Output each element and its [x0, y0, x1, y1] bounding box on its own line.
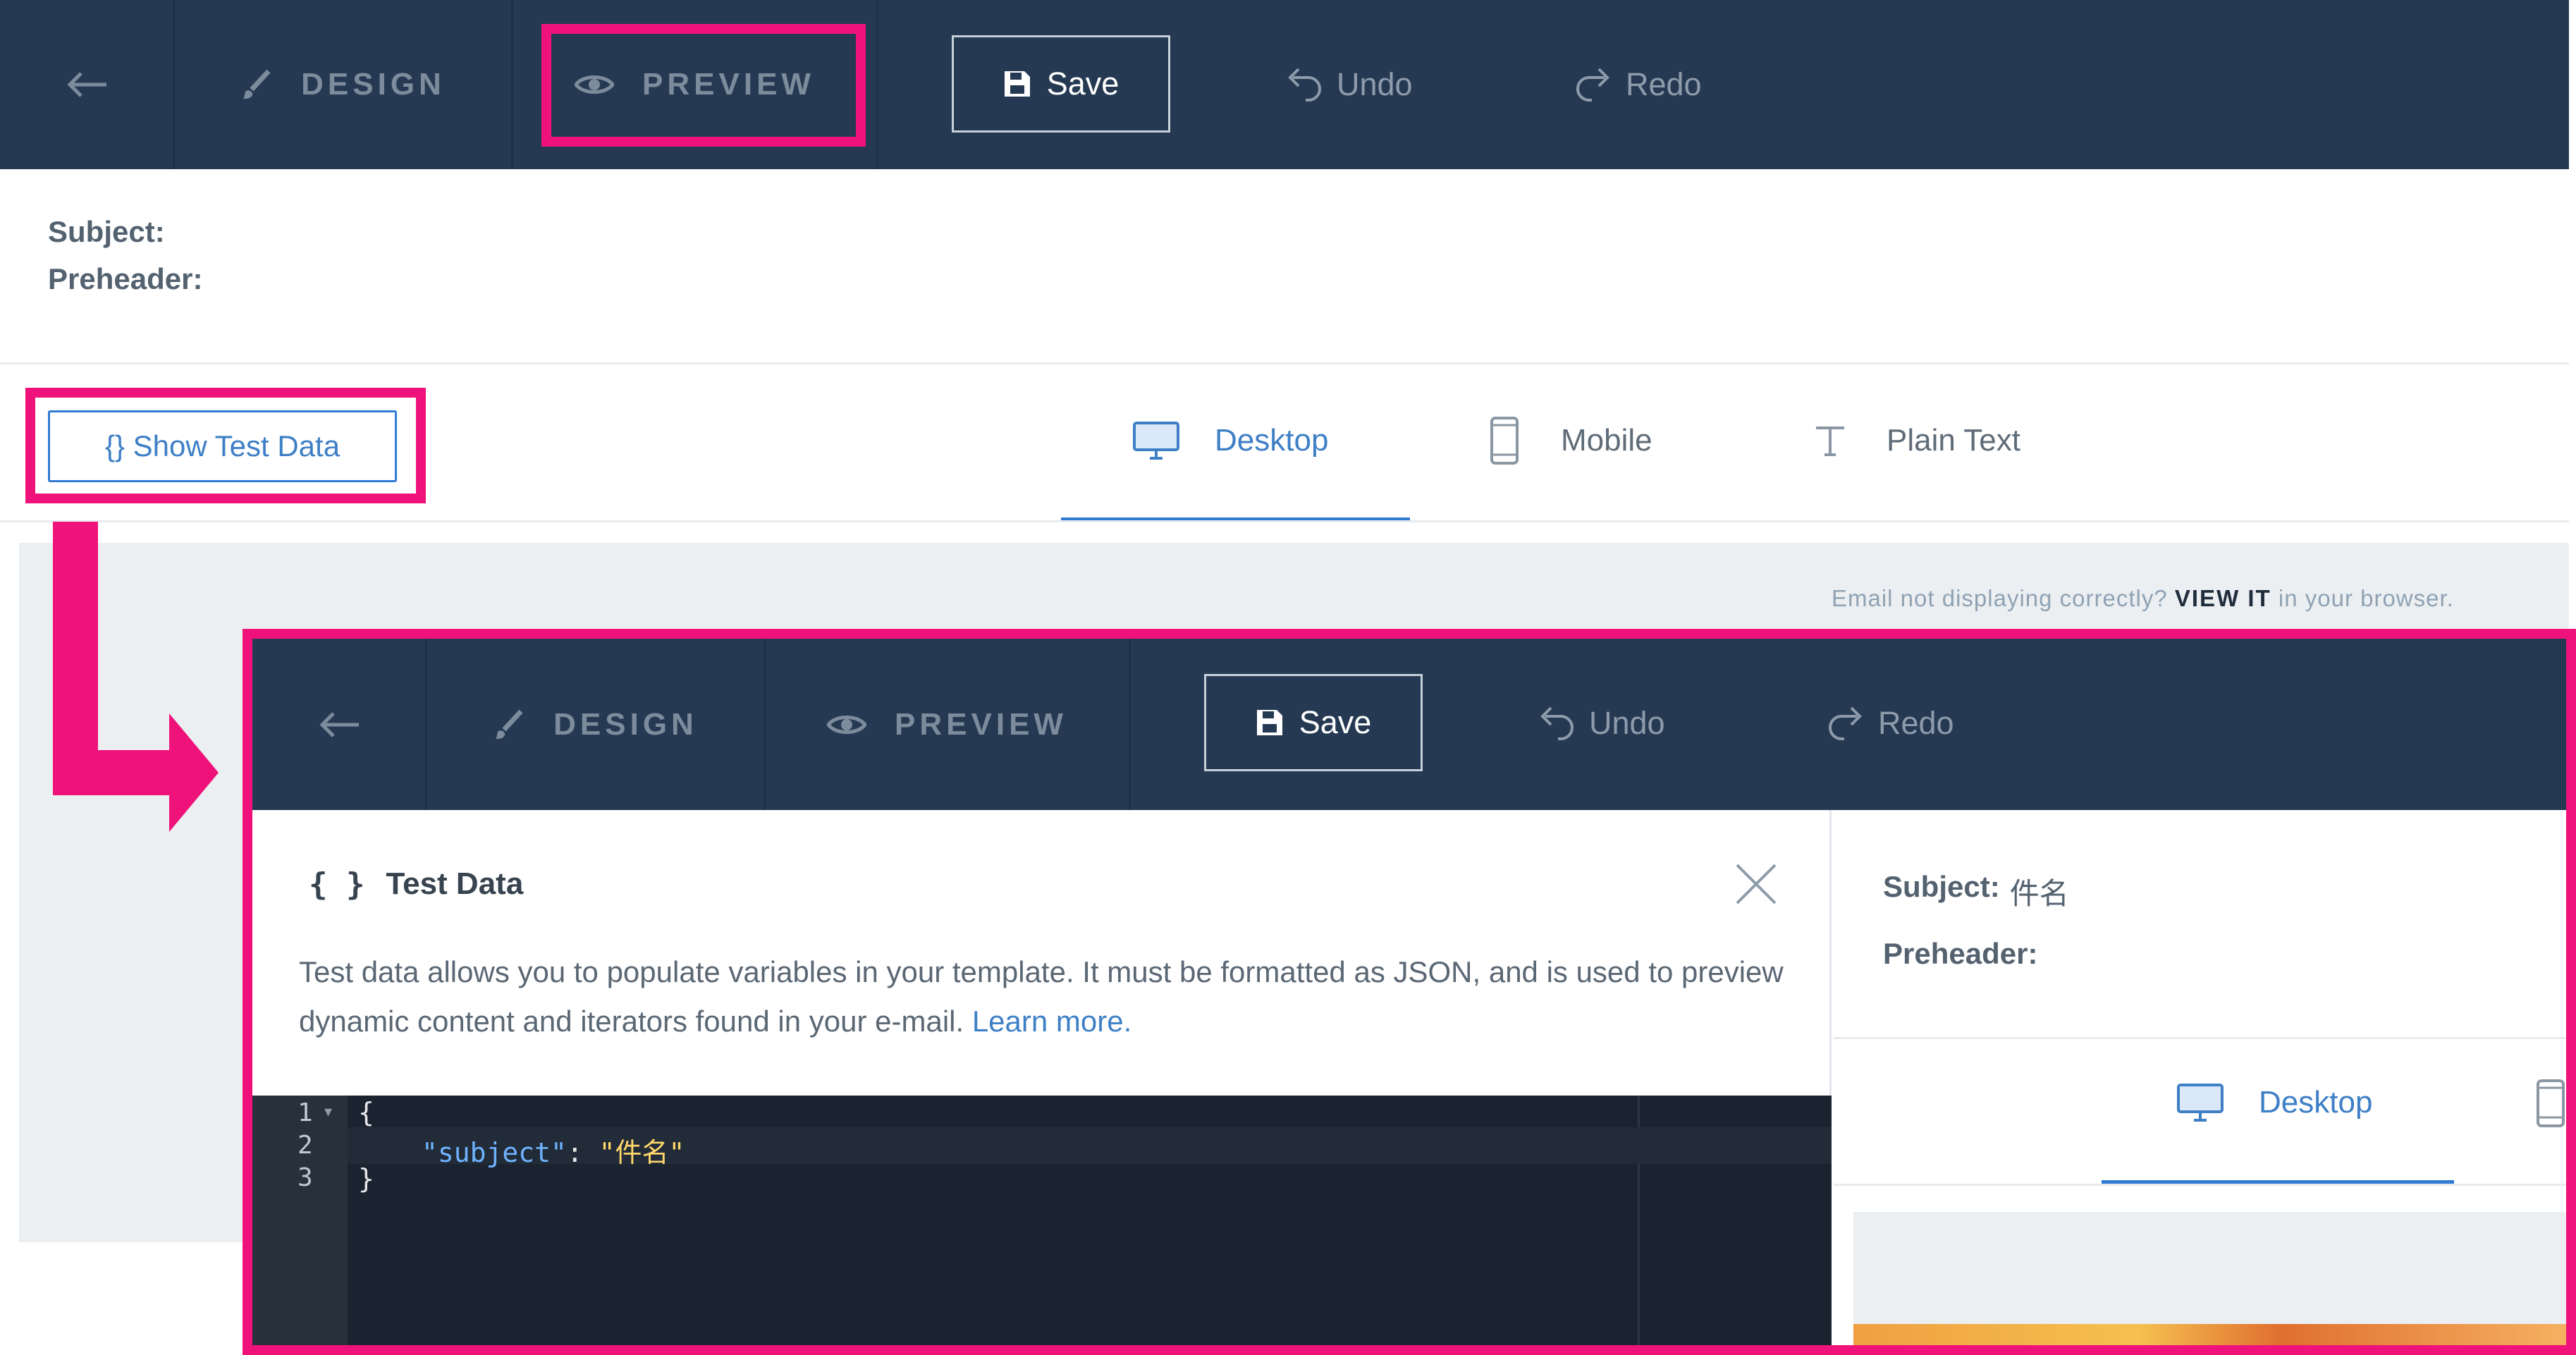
- brush-icon: [243, 69, 271, 99]
- mobile-phone-icon: [1490, 417, 1519, 465]
- show-test-data-highlight-box: [25, 388, 426, 503]
- desktop-monitor-icon: [1133, 422, 1179, 460]
- undo-icon: [1288, 68, 1321, 102]
- back-arrow-icon: [66, 72, 106, 97]
- floppy-disk-icon: [1004, 71, 1030, 97]
- back-button[interactable]: [0, 0, 173, 169]
- header-divider: [0, 362, 2569, 364]
- tab-desktop[interactable]: Desktop: [1131, 412, 1328, 469]
- design-tab[interactable]: DESIGN: [175, 0, 511, 169]
- view-it-link[interactable]: VIEW IT: [2175, 585, 2271, 611]
- undo-button[interactable]: Undo: [1284, 56, 1413, 113]
- preheader-label: Preheader:: [48, 262, 203, 295]
- tabs-divider: [0, 520, 2569, 522]
- arrow-head: [169, 713, 219, 832]
- text-t-icon: [1816, 427, 1844, 456]
- subject-label: Subject:: [48, 215, 165, 248]
- browser-note-prefix: Email not displaying correctly?: [1832, 585, 2168, 611]
- top-toolbar: DESIGN PREVIEW Save Undo Redo: [0, 0, 2569, 169]
- tab-mobile[interactable]: Mobile: [1489, 412, 1652, 469]
- redo-label: Redo: [1626, 66, 1702, 102]
- browser-note: Email not displaying correctly? VIEW IT …: [1832, 585, 2454, 612]
- arrow-vertical: [53, 522, 98, 790]
- inset-highlight-box: [243, 629, 2576, 1355]
- save-button[interactable]: Save: [952, 35, 1170, 133]
- tab-plain-text-label: Plain Text: [1887, 423, 2020, 458]
- tab-desktop-label: Desktop: [1215, 423, 1329, 458]
- design-label: DESIGN: [301, 67, 446, 102]
- tab-plain-text[interactable]: Plain Text: [1813, 412, 2020, 469]
- preview-highlight-box: [541, 24, 866, 147]
- browser-note-suffix: in your browser.: [2278, 585, 2454, 611]
- redo-button[interactable]: Redo: [1574, 56, 1702, 113]
- redo-icon: [1576, 68, 1609, 102]
- tab-mobile-label: Mobile: [1561, 423, 1652, 458]
- save-label: Save: [1046, 66, 1120, 102]
- undo-label: Undo: [1337, 66, 1413, 102]
